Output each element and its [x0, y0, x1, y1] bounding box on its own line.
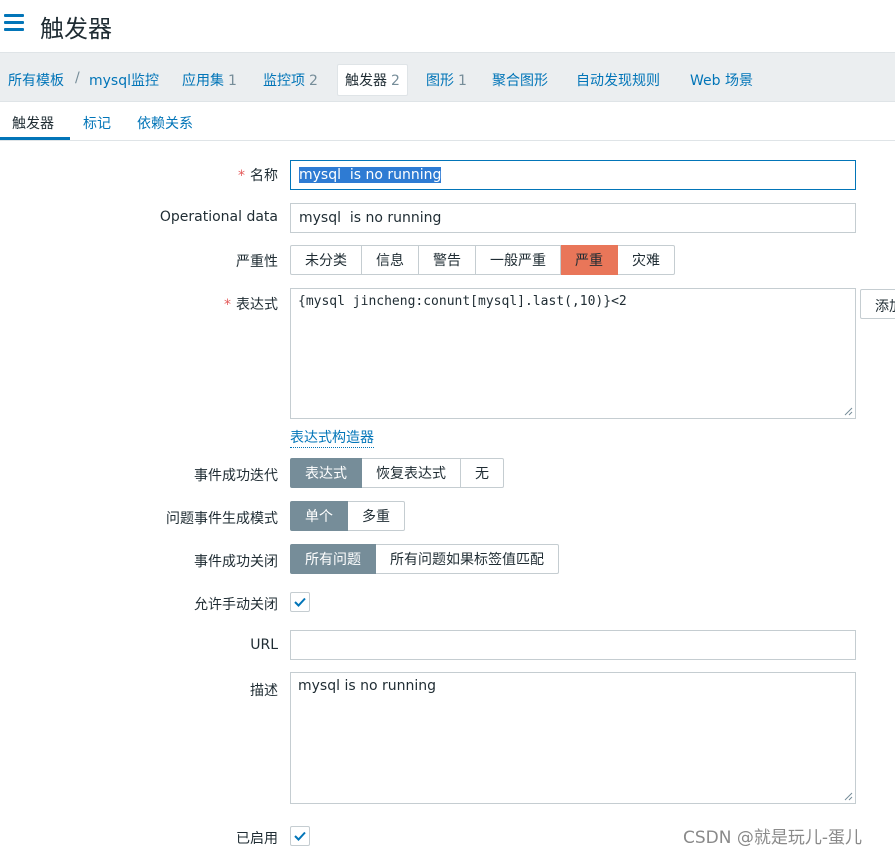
severity-high[interactable]: 严重 — [561, 245, 618, 275]
watermark: CSDN @就是玩儿-蛋儿 — [683, 828, 863, 848]
active-tab-indicator — [0, 137, 70, 140]
severity-average[interactable]: 一般严重 — [476, 245, 561, 275]
name-input[interactable]: mysql is no running — [290, 160, 856, 190]
expression-constructor-link[interactable]: 表达式构造器 — [290, 427, 374, 448]
severity-label: 严重性 — [236, 254, 278, 270]
ok-event-closes-selector: 所有问题 所有问题如果标签值匹配 — [290, 544, 559, 574]
nav-discovery-rules[interactable]: 自动发现规则 — [576, 70, 660, 90]
breadcrumb: 所有模板 / mysql监控 应用集 1 监控项 2 触发器 2 图形 1 聚合图形 自… — [0, 52, 895, 102]
ok-event-none[interactable]: 无 — [461, 458, 504, 488]
severity-warning[interactable]: 警告 — [419, 245, 476, 275]
tab-dependencies[interactable]: 依赖关系 — [137, 113, 193, 133]
description-text: mysql is no running — [298, 678, 436, 694]
expression-label: * 表达式 — [224, 297, 278, 313]
breadcrumb-template-mysql[interactable]: mysql监控 — [89, 70, 159, 90]
nav-graphs[interactable]: 图形 1 — [426, 70, 467, 90]
ok-event-generation-label: 事件成功迭代 — [194, 468, 278, 484]
ok-event-closes-label: 事件成功关闭 — [194, 554, 278, 570]
severity-information[interactable]: 信息 — [362, 245, 419, 275]
breadcrumb-all-templates[interactable]: 所有模板 — [8, 70, 64, 90]
nav-applications[interactable]: 应用集 1 — [182, 70, 237, 90]
page-header: 触发器 — [0, 0, 895, 52]
operational-data-input[interactable]: mysql is no running — [290, 203, 856, 233]
enabled-checkbox[interactable] — [290, 826, 310, 846]
enabled-label: 已启用 — [236, 831, 278, 847]
page-title: 触发器 — [40, 15, 112, 43]
nav-web-scenarios[interactable]: Web 场景 — [690, 70, 753, 90]
problem-mode-single[interactable]: 单个 — [290, 501, 348, 531]
problem-mode-selector: 单个 多重 — [290, 501, 405, 531]
breadcrumb-separator: / — [75, 70, 80, 86]
severity-selector: 未分类 信息 警告 一般严重 严重 灾难 — [290, 245, 675, 275]
resize-grip-icon[interactable] — [844, 407, 853, 416]
tab-trigger[interactable]: 触发器 — [12, 113, 54, 133]
url-input[interactable] — [290, 630, 856, 660]
ok-event-generation-selector: 表达式 恢复表达式 无 — [290, 458, 504, 488]
severity-disaster[interactable]: 灾难 — [618, 245, 675, 275]
ok-close-all-problems[interactable]: 所有问题 — [290, 544, 376, 574]
ok-event-recovery-expression[interactable]: 恢复表达式 — [362, 458, 461, 488]
checkmark-icon — [294, 831, 306, 841]
checkmark-icon — [294, 597, 306, 607]
url-label: URL — [250, 637, 278, 653]
nav-items[interactable]: 监控项 2 — [263, 70, 318, 90]
expression-add-button[interactable]: 添加 — [860, 289, 895, 319]
description-label: 描述 — [250, 683, 278, 699]
problem-mode-label: 问题事件生成模式 — [166, 511, 278, 527]
severity-not-classified[interactable]: 未分类 — [290, 245, 362, 275]
form-tabs: 触发器 标记 依赖关系 — [0, 102, 895, 141]
name-label: * 名称 — [238, 168, 278, 184]
ok-event-expression[interactable]: 表达式 — [290, 458, 362, 488]
manual-close-label: 允许手动关闭 — [194, 597, 278, 613]
nav-triggers[interactable]: 触发器 2 — [337, 64, 408, 96]
hamburger-menu-icon[interactable] — [4, 14, 24, 32]
manual-close-checkbox[interactable] — [290, 592, 310, 612]
expression-text: {mysql jincheng:conunt[mysql].last(,10)}… — [298, 294, 627, 309]
resize-grip-icon[interactable] — [844, 792, 853, 801]
operational-data-label: Operational data — [159, 209, 278, 225]
ok-close-tag-match[interactable]: 所有问题如果标签值匹配 — [376, 544, 559, 574]
nav-screens[interactable]: 聚合图形 — [492, 70, 548, 90]
expression-textarea[interactable]: {mysql jincheng:conunt[mysql].last(,10)}… — [290, 288, 856, 419]
problem-mode-multiple[interactable]: 多重 — [348, 501, 405, 531]
tab-tags[interactable]: 标记 — [83, 113, 111, 133]
description-textarea[interactable]: mysql is no running — [290, 672, 856, 804]
